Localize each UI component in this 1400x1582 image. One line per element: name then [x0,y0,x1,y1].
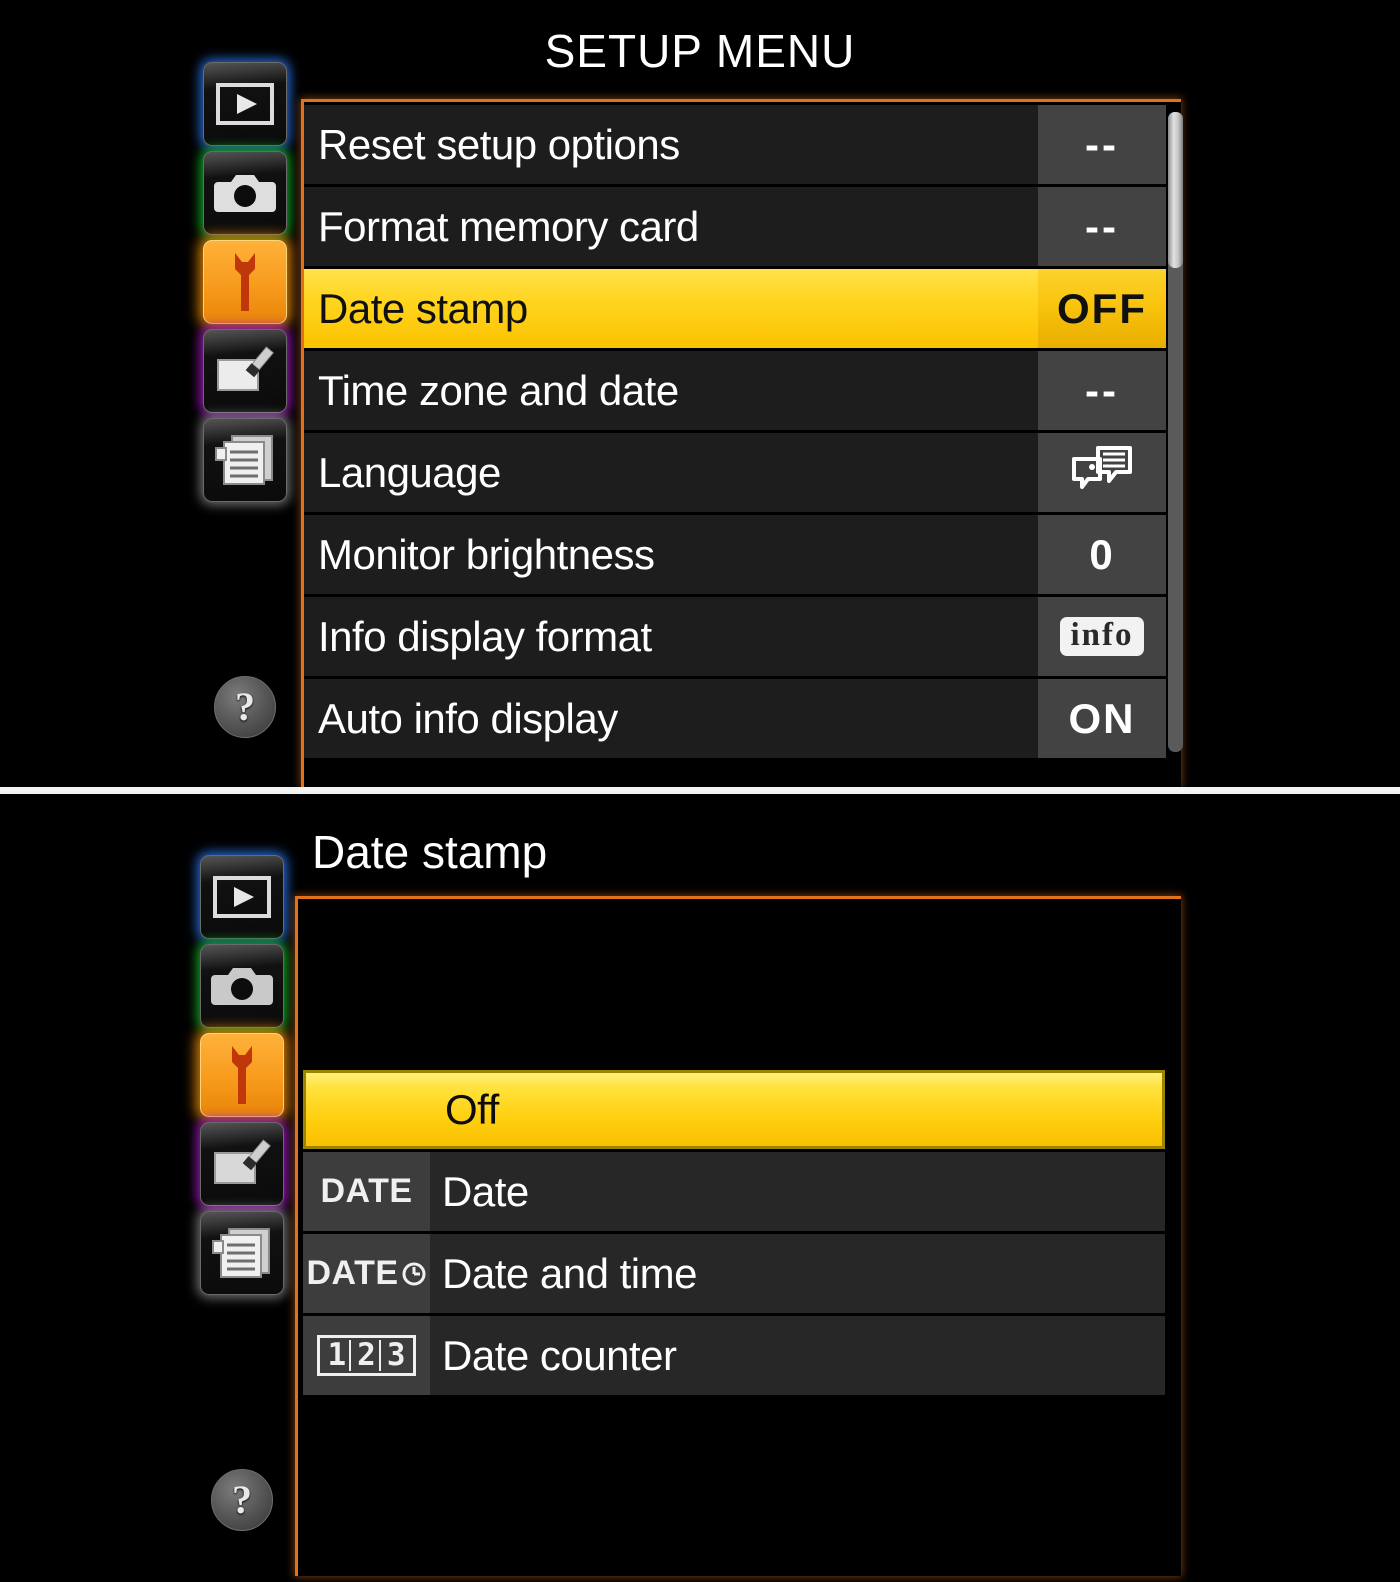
table-row[interactable]: Language [304,433,1166,512]
panel-divider [0,787,1400,794]
sidebar-item-retouch[interactable] [203,329,287,413]
menu-item-value: OFF [1038,269,1166,348]
documents-icon [211,1227,273,1279]
documents-icon [214,434,276,486]
info-badge: info [1060,617,1144,656]
list-item[interactable]: 1 2 3 Date counter [303,1316,1165,1395]
setup-menu-list: Reset setup options -- Format memory car… [304,105,1170,761]
option-label: Off [445,1085,499,1133]
date-stamp-option-list: Off DATE Date DATE Date and time 1 2 3 D… [303,1070,1173,1398]
option-label: Date and time [430,1234,1165,1313]
page-title-sub: Date stamp [312,826,548,878]
sidebar-item-setup[interactable] [200,1033,284,1117]
camera-icon [214,170,276,216]
menu-item-label: Time zone and date [304,351,1038,430]
counter-digit-2: 2 [354,1340,381,1371]
sidebar-item-retouch[interactable] [200,1122,284,1206]
table-row[interactable]: Monitor brightness 0 [304,515,1166,594]
list-item[interactable]: DATE Date [303,1152,1165,1231]
menu-item-value: -- [1038,105,1166,184]
menu-item-value: info [1038,597,1166,676]
menu-item-label: Reset setup options [304,105,1038,184]
counter-icon: 1 2 3 [303,1316,430,1395]
sidebar-item-shooting[interactable] [203,151,287,235]
scrollbar[interactable] [1168,112,1183,752]
menu-item-label: Language [304,433,1038,512]
sidebar-item-playback[interactable] [200,855,284,939]
menu-item-value: 0 [1038,515,1166,594]
table-row[interactable]: Time zone and date -- [304,351,1166,430]
option-label: Date counter [430,1316,1165,1395]
clock-glyph [402,1262,426,1285]
table-row[interactable]: Reset setup options -- [304,105,1166,184]
camera-icon [211,963,273,1009]
menu-item-value: -- [1038,187,1166,266]
list-item-selected[interactable]: Off [303,1070,1165,1149]
menu-sidebar-top [203,62,295,507]
paintbrush-icon [214,346,276,396]
sidebar-item-recent-settings[interactable] [200,1211,284,1295]
sidebar-item-setup[interactable] [203,240,287,324]
menu-sidebar-bottom [200,855,292,1300]
menu-item-label: Monitor brightness [304,515,1038,594]
camera-menu-screenshot: SETUP MENU ? Reset setup options -- Form… [0,0,1400,1582]
date-clock-icon-text: DATE [306,1254,399,1292]
list-item[interactable]: DATE Date and time [303,1234,1165,1313]
wrench-icon [223,251,267,313]
menu-item-label: Format memory card [304,187,1038,266]
date-icon: DATE [303,1152,430,1231]
date-clock-icon: DATE [303,1234,430,1313]
sidebar-item-recent-settings[interactable] [203,418,287,502]
table-row[interactable]: Info display format info [304,597,1166,676]
paintbrush-icon [211,1139,273,1189]
menu-item-label: Auto info display [304,679,1038,758]
table-row[interactable]: Format memory card -- [304,187,1166,266]
menu-item-label: Info display format [304,597,1038,676]
wrench-icon [220,1044,264,1106]
setup-menu-panel: SETUP MENU ? Reset setup options -- Form… [0,0,1400,787]
menu-item-value: -- [1038,351,1166,430]
date-icon-text: DATE [320,1172,413,1210]
table-row[interactable]: Auto info display ON [304,679,1166,758]
menu-item-value: ON [1038,679,1166,758]
sidebar-item-shooting[interactable] [200,944,284,1028]
language-icon [1070,445,1134,501]
counter-digit-1: 1 [324,1340,352,1371]
counter-digit-3: 3 [386,1337,406,1373]
sidebar-item-playback[interactable] [203,62,287,146]
menu-item-label: Date stamp [304,269,1038,348]
help-button[interactable]: ? [211,1469,273,1531]
table-row-selected[interactable]: Date stamp OFF [304,269,1166,348]
scrollbar-thumb[interactable] [1168,112,1183,268]
option-label: Date [430,1152,1165,1231]
playback-icon [216,83,274,125]
playback-icon [213,876,271,918]
help-button[interactable]: ? [214,676,276,738]
menu-item-value [1038,433,1166,512]
